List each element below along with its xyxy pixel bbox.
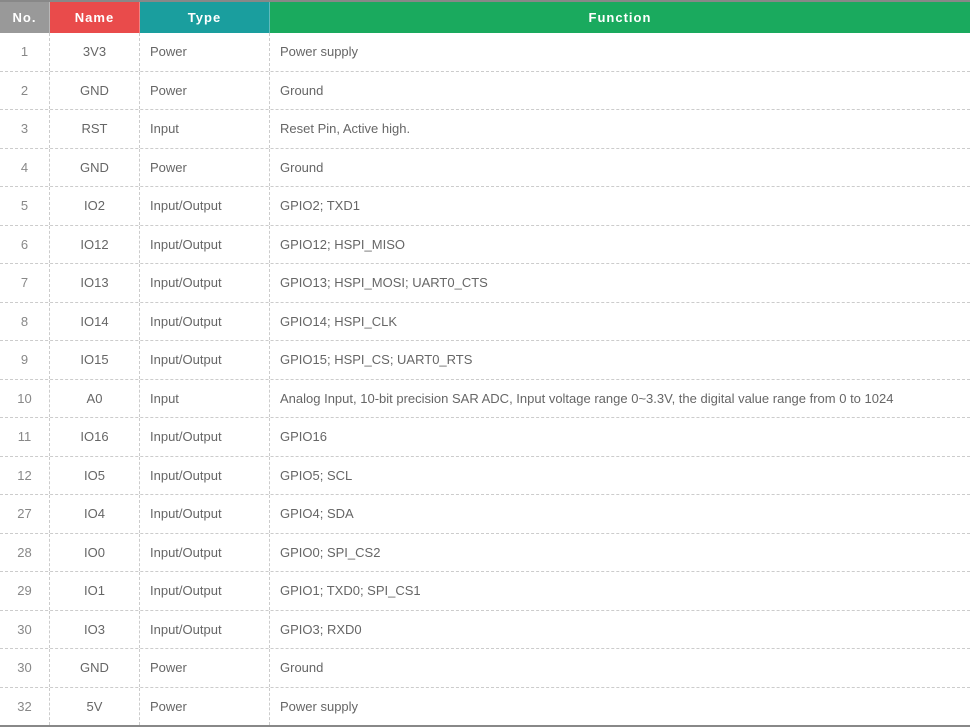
cell-function: GPIO5; SCL	[270, 457, 970, 495]
cell-function: GPIO1; TXD0; SPI_CS1	[270, 572, 970, 610]
cell-function: GPIO13; HSPI_MOSI; UART0_CTS	[270, 264, 970, 302]
table-row: 9IO15Input/OutputGPIO15; HSPI_CS; UART0_…	[0, 341, 970, 380]
table-row: 5IO2Input/OutputGPIO2; TXD1	[0, 187, 970, 226]
cell-type: Input/Output	[140, 341, 270, 379]
cell-type: Input	[140, 110, 270, 148]
cell-no: 27	[0, 495, 50, 533]
cell-no: 32	[0, 688, 50, 726]
header-type: Type	[140, 2, 270, 33]
table-row: 30IO3Input/OutputGPIO3; RXD0	[0, 611, 970, 650]
cell-function: GPIO2; TXD1	[270, 187, 970, 225]
cell-no: 4	[0, 149, 50, 187]
cell-no: 7	[0, 264, 50, 302]
cell-name: GND	[50, 149, 140, 187]
table-row: 2GNDPowerGround	[0, 72, 970, 111]
cell-function: Reset Pin, Active high.	[270, 110, 970, 148]
table-row: 3RSTInputReset Pin, Active high.	[0, 110, 970, 149]
cell-name: IO12	[50, 226, 140, 264]
cell-name: GND	[50, 72, 140, 110]
cell-name: IO13	[50, 264, 140, 302]
table-row: 6IO12Input/OutputGPIO12; HSPI_MISO	[0, 226, 970, 265]
cell-type: Input/Output	[140, 611, 270, 649]
cell-function: Power supply	[270, 688, 970, 726]
cell-function: Analog Input, 10-bit precision SAR ADC, …	[270, 380, 970, 418]
cell-no: 10	[0, 380, 50, 418]
cell-type: Input	[140, 380, 270, 418]
header-no: No.	[0, 2, 50, 33]
cell-function: GPIO0; SPI_CS2	[270, 534, 970, 572]
cell-no: 2	[0, 72, 50, 110]
cell-no: 30	[0, 611, 50, 649]
cell-name: GND	[50, 649, 140, 687]
cell-no: 8	[0, 303, 50, 341]
cell-function: GPIO15; HSPI_CS; UART0_RTS	[270, 341, 970, 379]
cell-function: Power supply	[270, 33, 970, 71]
cell-name: IO3	[50, 611, 140, 649]
cell-type: Input/Output	[140, 572, 270, 610]
cell-name: IO4	[50, 495, 140, 533]
table-row: 4GNDPowerGround	[0, 149, 970, 188]
header-name: Name	[50, 2, 140, 33]
cell-name: IO0	[50, 534, 140, 572]
table-row: 29IO1Input/OutputGPIO1; TXD0; SPI_CS1	[0, 572, 970, 611]
cell-no: 1	[0, 33, 50, 71]
header-function: Function	[270, 2, 970, 33]
cell-function: GPIO14; HSPI_CLK	[270, 303, 970, 341]
cell-no: 9	[0, 341, 50, 379]
cell-name: IO15	[50, 341, 140, 379]
cell-function: GPIO3; RXD0	[270, 611, 970, 649]
cell-function: Ground	[270, 149, 970, 187]
pin-table: No. Name Type Function 13V3PowerPower su…	[0, 0, 970, 727]
cell-no: 3	[0, 110, 50, 148]
cell-name: 5V	[50, 688, 140, 726]
cell-type: Input/Output	[140, 264, 270, 302]
cell-no: 30	[0, 649, 50, 687]
cell-function: GPIO16	[270, 418, 970, 456]
table-row: 12IO5Input/OutputGPIO5; SCL	[0, 457, 970, 496]
cell-no: 6	[0, 226, 50, 264]
cell-type: Power	[140, 149, 270, 187]
cell-type: Input/Output	[140, 418, 270, 456]
cell-type: Input/Output	[140, 495, 270, 533]
table-row: 8IO14Input/OutputGPIO14; HSPI_CLK	[0, 303, 970, 342]
table-row: 11IO16Input/OutputGPIO16	[0, 418, 970, 457]
cell-name: IO1	[50, 572, 140, 610]
cell-no: 5	[0, 187, 50, 225]
table-row: 7IO13Input/OutputGPIO13; HSPI_MOSI; UART…	[0, 264, 970, 303]
cell-no: 11	[0, 418, 50, 456]
cell-name: A0	[50, 380, 140, 418]
cell-function: GPIO4; SDA	[270, 495, 970, 533]
table-header-row: No. Name Type Function	[0, 2, 970, 33]
cell-no: 29	[0, 572, 50, 610]
cell-name: IO16	[50, 418, 140, 456]
table-row: 13V3PowerPower supply	[0, 33, 970, 72]
cell-function: GPIO12; HSPI_MISO	[270, 226, 970, 264]
cell-type: Power	[140, 33, 270, 71]
cell-name: IO2	[50, 187, 140, 225]
cell-type: Input/Output	[140, 187, 270, 225]
cell-type: Input/Output	[140, 457, 270, 495]
table-row: 325VPowerPower supply	[0, 688, 970, 726]
cell-name: 3V3	[50, 33, 140, 71]
cell-type: Power	[140, 649, 270, 687]
cell-name: RST	[50, 110, 140, 148]
cell-type: Input/Output	[140, 226, 270, 264]
cell-name: IO5	[50, 457, 140, 495]
table-row: 30GNDPowerGround	[0, 649, 970, 688]
cell-type: Input/Output	[140, 534, 270, 572]
cell-no: 12	[0, 457, 50, 495]
cell-type: Power	[140, 688, 270, 726]
cell-function: Ground	[270, 72, 970, 110]
cell-type: Power	[140, 72, 270, 110]
table-body: 13V3PowerPower supply2GNDPowerGround3RST…	[0, 33, 970, 725]
cell-function: Ground	[270, 649, 970, 687]
cell-name: IO14	[50, 303, 140, 341]
table-row: 28IO0Input/OutputGPIO0; SPI_CS2	[0, 534, 970, 573]
cell-no: 28	[0, 534, 50, 572]
table-row: 10A0InputAnalog Input, 10-bit precision …	[0, 380, 970, 419]
cell-type: Input/Output	[140, 303, 270, 341]
table-row: 27IO4Input/OutputGPIO4; SDA	[0, 495, 970, 534]
